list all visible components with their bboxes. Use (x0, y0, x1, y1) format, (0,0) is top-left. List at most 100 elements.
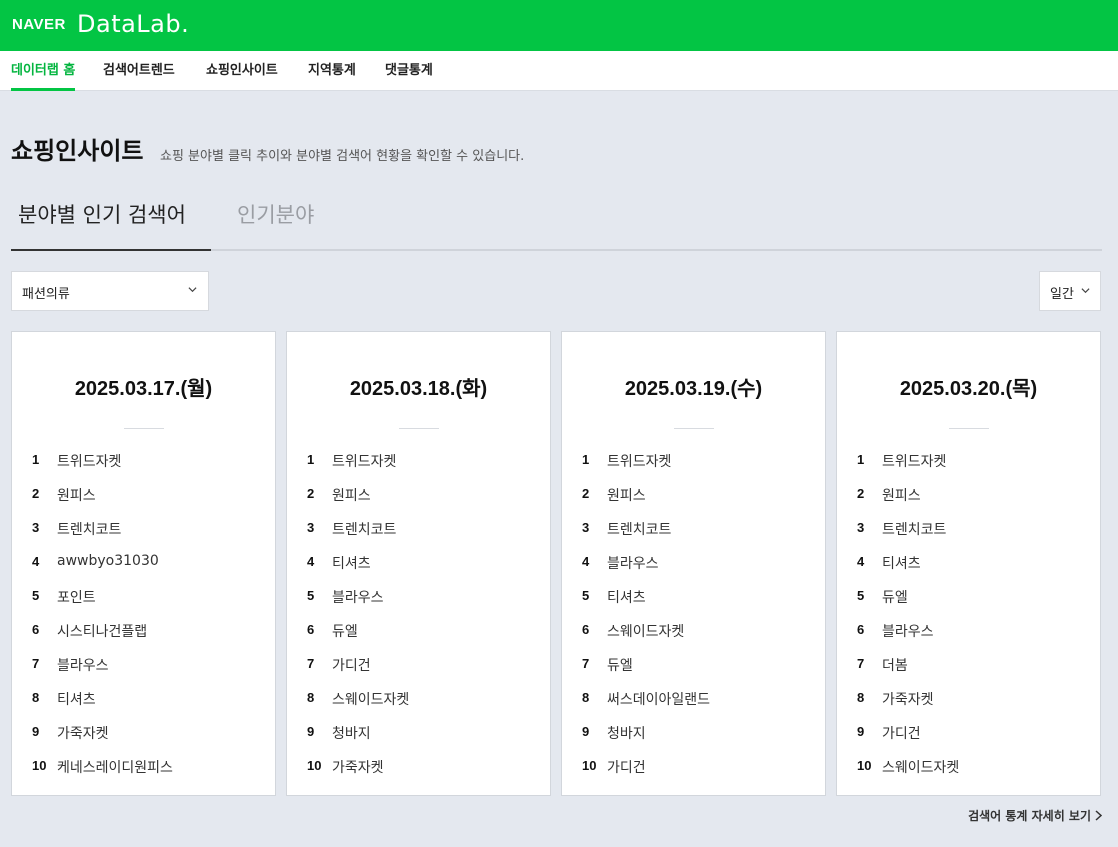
rank-keyword[interactable]: 케네스레이디원피스 (57, 757, 173, 777)
list-item[interactable]: 7 듀엘 (582, 655, 822, 675)
list-item[interactable]: 10 가죽자켓 (307, 757, 547, 777)
list-item[interactable]: 2 원피스 (857, 485, 1097, 505)
rank-number: 7 (857, 656, 865, 671)
list-item[interactable]: 5 듀엘 (857, 587, 1097, 607)
list-item[interactable]: 7 블라우스 (32, 655, 272, 675)
category-select[interactable]: 패션의류 (11, 271, 209, 311)
rank-keyword[interactable]: 티셔츠 (882, 553, 921, 573)
list-item[interactable]: 3 트렌치코트 (307, 519, 547, 539)
list-item[interactable]: 10 가디건 (582, 757, 822, 777)
rank-keyword[interactable]: 원피스 (57, 485, 96, 505)
list-item[interactable]: 9 가죽자켓 (32, 723, 272, 743)
list-item[interactable]: 4 티셔츠 (307, 553, 547, 573)
keyword-stats-detail-link[interactable]: 검색어 통계 자세히 보기 (968, 807, 1103, 824)
rank-keyword[interactable]: 더봄 (882, 655, 908, 675)
list-item[interactable]: 8 가죽자켓 (857, 689, 1097, 709)
rank-keyword[interactable]: awwbyo31030 (57, 553, 159, 569)
rank-keyword[interactable]: 가죽자켓 (882, 689, 934, 709)
list-item[interactable]: 5 포인트 (32, 587, 272, 607)
nav-item-datalab-home[interactable]: 데이터랩 홈 (11, 51, 76, 91)
rank-keyword[interactable]: 써스데이아일랜드 (607, 689, 710, 709)
rank-keyword[interactable]: 스웨이드자켓 (882, 757, 959, 777)
tab-popular-categories[interactable]: 인기분야 (230, 190, 321, 251)
list-item[interactable]: 6 블라우스 (857, 621, 1097, 641)
rank-keyword[interactable]: 청바지 (332, 723, 371, 743)
list-item[interactable]: 4 awwbyo31030 (32, 553, 272, 573)
rank-keyword[interactable]: 원피스 (332, 485, 371, 505)
rank-keyword[interactable]: 트위드자켓 (57, 451, 121, 471)
rank-keyword[interactable]: 블라우스 (882, 621, 934, 641)
rank-keyword[interactable]: 가디건 (332, 655, 371, 675)
nav-item-shopping-insight[interactable]: 쇼핑인사이트 (206, 51, 278, 91)
rank-keyword[interactable]: 트렌치코트 (882, 519, 946, 539)
list-item[interactable]: 3 트렌치코트 (32, 519, 272, 539)
list-item[interactable]: 5 티셔츠 (582, 587, 822, 607)
period-select[interactable]: 일간 (1039, 271, 1101, 311)
datalab-logo[interactable]: DataLab. (77, 10, 189, 38)
rank-keyword[interactable]: 블라우스 (57, 655, 109, 675)
rank-keyword[interactable]: 블라우스 (332, 587, 384, 607)
list-item[interactable]: 7 가디건 (307, 655, 547, 675)
rank-keyword[interactable]: 포인트 (57, 587, 96, 607)
rank-keyword[interactable]: 티셔츠 (57, 689, 96, 709)
rank-number: 9 (32, 724, 40, 739)
list-item[interactable]: 6 시스티나건플랩 (32, 621, 272, 641)
rank-keyword[interactable]: 시스티나건플랩 (57, 621, 147, 641)
list-item[interactable]: 6 듀엘 (307, 621, 547, 641)
tab-popular-keywords[interactable]: 분야별 인기 검색어 (11, 190, 211, 251)
nav-item-search-trend[interactable]: 검색어트렌드 (103, 51, 175, 91)
rank-keyword[interactable]: 트위드자켓 (882, 451, 946, 471)
rank-number: 4 (582, 554, 590, 569)
rank-keyword[interactable]: 청바지 (607, 723, 646, 743)
rank-keyword[interactable]: 듀엘 (882, 587, 908, 607)
rank-keyword[interactable]: 티셔츠 (607, 587, 646, 607)
rank-keyword[interactable]: 트위드자켓 (332, 451, 396, 471)
rank-keyword[interactable]: 듀엘 (607, 655, 633, 675)
list-item[interactable]: 9 청바지 (582, 723, 822, 743)
rank-keyword[interactable]: 스웨이드자켓 (607, 621, 684, 641)
list-item[interactable]: 5 블라우스 (307, 587, 547, 607)
rank-keyword[interactable]: 트렌치코트 (332, 519, 396, 539)
list-item[interactable]: 4 블라우스 (582, 553, 822, 573)
ranking-card: 2025.03.18.(화) 1 트위드자켓 2 원피스 3 트렌치코트 4 티셔츠 5… (286, 331, 551, 796)
list-item[interactable]: 8 써스데이아일랜드 (582, 689, 822, 709)
rank-keyword[interactable]: 원피스 (607, 485, 646, 505)
list-item[interactable]: 1 트위드자켓 (857, 451, 1097, 471)
rank-keyword[interactable]: 블라우스 (607, 553, 659, 573)
top-header-bar: NAVER DataLab. (0, 0, 1118, 51)
nav-item-comment-stats[interactable]: 댓글통계 (385, 51, 433, 91)
rank-keyword[interactable]: 가죽자켓 (332, 757, 384, 777)
list-item[interactable]: 6 스웨이드자켓 (582, 621, 822, 641)
list-item[interactable]: 9 청바지 (307, 723, 547, 743)
rank-keyword[interactable]: 트렌치코트 (607, 519, 671, 539)
list-item[interactable]: 3 트렌치코트 (857, 519, 1097, 539)
rank-keyword[interactable]: 트렌치코트 (57, 519, 121, 539)
naver-logo[interactable]: NAVER (12, 16, 66, 33)
list-item[interactable]: 2 원피스 (307, 485, 547, 505)
rank-keyword[interactable]: 스웨이드자켓 (332, 689, 409, 709)
list-item[interactable]: 1 트위드자켓 (32, 451, 272, 471)
main-nav: 데이터랩 홈 검색어트렌드 쇼핑인사이트 지역통계 댓글통계 (0, 51, 1118, 91)
list-item[interactable]: 1 트위드자켓 (582, 451, 822, 471)
rank-number: 6 (582, 622, 590, 637)
rank-number: 8 (582, 690, 590, 705)
list-item[interactable]: 9 가디건 (857, 723, 1097, 743)
rank-keyword[interactable]: 티셔츠 (332, 553, 371, 573)
rank-keyword[interactable]: 듀엘 (332, 621, 358, 641)
nav-item-regional-stats[interactable]: 지역통계 (308, 51, 356, 91)
rank-keyword[interactable]: 원피스 (882, 485, 921, 505)
list-item[interactable]: 3 트렌치코트 (582, 519, 822, 539)
list-item[interactable]: 8 티셔츠 (32, 689, 272, 709)
list-item[interactable]: 2 원피스 (582, 485, 822, 505)
rank-keyword[interactable]: 가디건 (607, 757, 646, 777)
list-item[interactable]: 7 더봄 (857, 655, 1097, 675)
list-item[interactable]: 1 트위드자켓 (307, 451, 547, 471)
rank-keyword[interactable]: 가디건 (882, 723, 921, 743)
rank-keyword[interactable]: 가죽자켓 (57, 723, 109, 743)
list-item[interactable]: 10 케네스레이디원피스 (32, 757, 272, 777)
rank-keyword[interactable]: 트위드자켓 (607, 451, 671, 471)
list-item[interactable]: 4 티셔츠 (857, 553, 1097, 573)
list-item[interactable]: 8 스웨이드자켓 (307, 689, 547, 709)
list-item[interactable]: 2 원피스 (32, 485, 272, 505)
list-item[interactable]: 10 스웨이드자켓 (857, 757, 1097, 777)
